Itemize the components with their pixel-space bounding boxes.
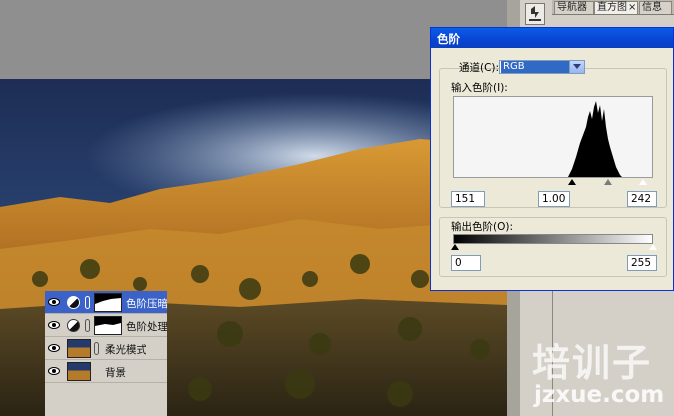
tab-info-label: 信息 bbox=[642, 2, 662, 13]
layer-name: 背景 bbox=[105, 367, 126, 379]
tool-preset-icon[interactable] bbox=[525, 3, 545, 25]
layer-row[interactable]: 背景 bbox=[45, 360, 167, 383]
panel-tab-bar: 导航器 直方图× 信息 bbox=[552, 0, 674, 15]
adjustment-layer-icon bbox=[67, 296, 80, 309]
layer-name: 色阶处理阴 bbox=[126, 321, 167, 333]
input-black-field[interactable]: 151 bbox=[451, 191, 485, 207]
tab-info[interactable]: 信息 bbox=[639, 1, 672, 14]
link-chain-icon bbox=[94, 342, 99, 355]
output-gradient-bar bbox=[453, 234, 653, 244]
tab-navigator-label: 导航器 bbox=[557, 2, 587, 13]
dropdown-arrow-icon[interactable] bbox=[569, 61, 584, 73]
eye-icon[interactable] bbox=[48, 320, 60, 330]
dialog-title: 色阶 bbox=[437, 32, 460, 46]
channel-dropdown[interactable]: RGB bbox=[499, 60, 585, 74]
tab-histogram-label: 直方图 bbox=[597, 2, 627, 13]
input-white-field[interactable]: 242 bbox=[627, 191, 657, 207]
output-levels-label: 输出色阶(O): bbox=[451, 221, 513, 233]
link-chain-icon bbox=[85, 296, 90, 309]
output-black-slider[interactable] bbox=[451, 244, 459, 250]
output-white-field[interactable]: 255 bbox=[627, 255, 657, 271]
layers-empty-area bbox=[45, 383, 167, 416]
layer-name: 色阶压暗天 bbox=[126, 298, 167, 310]
input-black-slider[interactable] bbox=[568, 179, 576, 185]
watermark-text: 培训子 bbox=[532, 341, 653, 385]
link-chain-icon bbox=[85, 319, 90, 332]
channel-value: RGB bbox=[501, 61, 569, 73]
input-white-slider[interactable] bbox=[639, 179, 647, 185]
close-icon[interactable]: × bbox=[628, 2, 636, 13]
output-black-field[interactable]: 0 bbox=[451, 255, 481, 271]
input-gamma-slider[interactable] bbox=[604, 179, 612, 185]
eye-icon[interactable] bbox=[48, 366, 60, 376]
histogram-graph bbox=[453, 96, 653, 178]
watermark-url: jzxue.com bbox=[534, 382, 665, 408]
input-gamma-field[interactable]: 1.00 bbox=[538, 191, 570, 207]
output-white-slider[interactable] bbox=[649, 244, 657, 250]
layer-row[interactable]: 色阶压暗天 bbox=[45, 291, 167, 314]
layer-name: 柔光模式 bbox=[105, 344, 146, 356]
eye-icon[interactable] bbox=[48, 297, 60, 307]
layer-mask-thumbnail[interactable] bbox=[94, 293, 122, 312]
dialog-titlebar[interactable]: 色阶 bbox=[431, 28, 673, 48]
layer-row[interactable]: 色阶处理阴 bbox=[45, 314, 167, 337]
adjustment-layer-icon bbox=[67, 319, 80, 332]
layer-row[interactable]: 柔光模式 bbox=[45, 337, 167, 360]
watermark-logo: 培训子 jzxue.com bbox=[524, 332, 674, 416]
tab-histogram[interactable]: 直方图× bbox=[594, 1, 638, 14]
layer-mask-thumbnail[interactable] bbox=[94, 316, 122, 335]
input-levels-label: 输入色阶(I): bbox=[451, 82, 508, 94]
layer-thumbnail[interactable] bbox=[67, 339, 91, 358]
tab-navigator[interactable]: 导航器 bbox=[554, 1, 594, 14]
eye-icon[interactable] bbox=[48, 343, 60, 353]
levels-dialog: 色阶 通道(C): RGB 输入色阶(I): 151 1.00 242 输出色阶… bbox=[430, 27, 674, 291]
channel-label: 通道(C): bbox=[459, 62, 500, 74]
layer-thumbnail[interactable] bbox=[67, 362, 91, 381]
